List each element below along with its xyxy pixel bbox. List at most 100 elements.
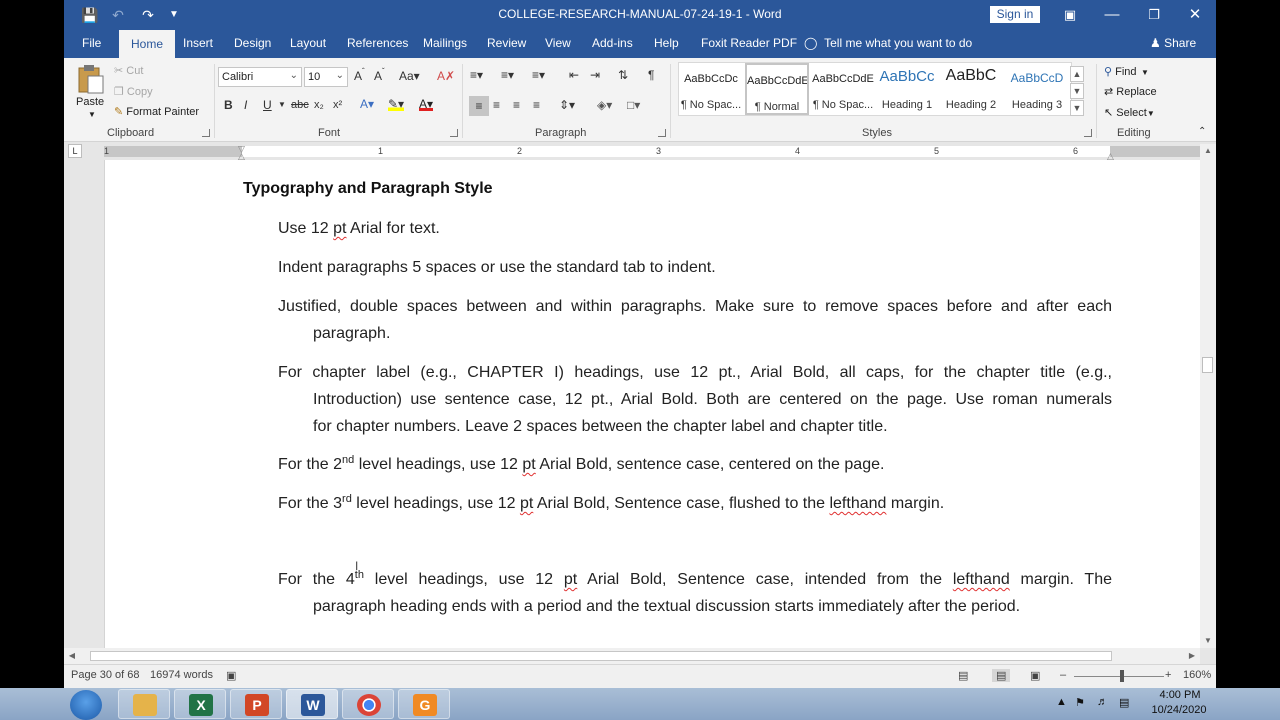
- read-mode-icon[interactable]: ▤: [958, 669, 968, 682]
- style-no-spacing-2[interactable]: AaBbCcDdE ¶ No Spac...: [811, 63, 875, 115]
- sort-icon[interactable]: ⇅: [618, 68, 628, 82]
- taskbar-powerpoint[interactable]: P: [230, 689, 282, 719]
- increase-indent-icon[interactable]: ⇥: [590, 68, 600, 82]
- word-count[interactable]: 16974 words: [150, 669, 213, 681]
- style-heading-2[interactable]: AaBbC Heading 2: [939, 63, 1003, 115]
- highlight-color-icon[interactable]: ✎▾: [388, 97, 405, 111]
- copy-button[interactable]: ❐ Copy: [114, 85, 153, 98]
- tray-expand-icon[interactable]: ▲: [1056, 696, 1067, 708]
- proofing-icon[interactable]: ▣: [226, 669, 236, 682]
- change-case-icon[interactable]: Aa▾: [399, 69, 420, 83]
- vertical-scrollbar[interactable]: ▲ ▼: [1200, 144, 1216, 648]
- ribbon-display-options-icon[interactable]: ▣: [1055, 4, 1085, 26]
- paste-icon[interactable]: [78, 64, 104, 94]
- gallery-up-icon[interactable]: ▲: [1070, 66, 1084, 82]
- paragraph-launcher-icon[interactable]: [658, 129, 666, 137]
- tab-foxit-reader-pdf[interactable]: Foxit Reader PDF: [701, 36, 797, 50]
- italic-icon[interactable]: I: [244, 98, 247, 112]
- line-spacing-icon[interactable]: ⇕▾: [559, 98, 575, 112]
- align-left-icon[interactable]: ≡: [469, 96, 489, 116]
- web-layout-icon[interactable]: ▣: [1030, 669, 1040, 682]
- minimize-icon[interactable]: —: [1097, 4, 1127, 26]
- tab-add-ins[interactable]: Add-ins: [592, 36, 633, 50]
- tab-view[interactable]: View: [545, 36, 571, 50]
- tell-me-search[interactable]: ◯ Tell me what you want to do: [804, 36, 972, 50]
- tab-layout[interactable]: Layout: [290, 36, 326, 50]
- zoom-slider[interactable]: [1074, 676, 1164, 677]
- align-right-icon[interactable]: ≡: [513, 98, 520, 112]
- decrease-indent-icon[interactable]: ⇤: [569, 68, 579, 82]
- vertical-scroll-thumb[interactable]: [1202, 357, 1213, 373]
- numbering-icon[interactable]: ≡▾: [501, 68, 514, 82]
- tab-home[interactable]: Home: [119, 30, 176, 58]
- close-icon[interactable]: ✕: [1180, 4, 1210, 26]
- tab-file[interactable]: File: [82, 36, 101, 50]
- tab-selector-icon[interactable]: L: [68, 144, 82, 158]
- grow-font-icon[interactable]: Aˆ: [354, 68, 365, 84]
- style-normal[interactable]: AaBbCcDdE ¶ Normal: [745, 63, 809, 115]
- format-painter-button[interactable]: ✎ Format Painter: [114, 105, 199, 118]
- tab-insert[interactable]: Insert: [183, 36, 213, 50]
- replace-button[interactable]: ⇄ Replace: [1104, 85, 1157, 98]
- tab-mailings[interactable]: Mailings: [423, 36, 467, 50]
- tab-references[interactable]: References: [347, 36, 408, 50]
- start-button-icon[interactable]: [70, 690, 102, 720]
- page-count[interactable]: Page 30 of 68: [71, 669, 140, 681]
- scroll-up-icon[interactable]: ▲: [1200, 144, 1216, 158]
- share-button[interactable]: ♟ Share: [1150, 36, 1196, 50]
- style-no-spacing[interactable]: AaBbCcDc ¶ No Spac...: [679, 63, 743, 115]
- clear-formatting-icon[interactable]: A✗: [437, 69, 455, 83]
- text-effects-icon[interactable]: A▾: [360, 97, 374, 111]
- font-launcher-icon[interactable]: [450, 129, 458, 137]
- collapse-ribbon-icon[interactable]: ⌃: [1198, 126, 1206, 137]
- taskbar-excel[interactable]: X: [174, 689, 226, 719]
- taskbar-explorer[interactable]: [118, 689, 170, 719]
- paste-dropdown-icon[interactable]: ▼: [88, 110, 96, 119]
- superscript-icon[interactable]: x²: [333, 99, 342, 111]
- cut-button[interactable]: ✂ Cut: [114, 64, 143, 77]
- zoom-out-icon[interactable]: –: [1060, 669, 1066, 681]
- taskbar-word[interactable]: W: [286, 689, 338, 719]
- scroll-down-icon[interactable]: ▼: [1200, 634, 1216, 648]
- clock-date[interactable]: 10/24/2020: [1145, 704, 1213, 716]
- zoom-slider-thumb[interactable]: [1120, 670, 1124, 682]
- style-heading-3[interactable]: AaBbCcD Heading 3: [1005, 63, 1069, 115]
- horizontal-scroll-thumb[interactable]: [90, 651, 1112, 661]
- show-formatting-marks-icon[interactable]: ¶: [648, 68, 654, 82]
- borders-icon[interactable]: □▾: [627, 98, 640, 112]
- shrink-font-icon[interactable]: Aˇ: [374, 68, 385, 84]
- underline-dropdown-icon[interactable]: ▼: [278, 100, 286, 109]
- tab-design[interactable]: Design: [234, 36, 271, 50]
- bullets-icon[interactable]: ≡▾: [470, 68, 483, 82]
- scroll-right-icon[interactable]: ▶: [1184, 649, 1200, 663]
- flag-icon[interactable]: ⚑: [1075, 696, 1085, 709]
- strikethrough-icon[interactable]: abc: [291, 99, 309, 111]
- network-icon[interactable]: ▤: [1119, 696, 1129, 709]
- gallery-more-icon[interactable]: ▼: [1070, 100, 1084, 116]
- clock-time[interactable]: 4:00 PM: [1150, 689, 1210, 701]
- horizontal-scrollbar[interactable]: ◀ ▶: [64, 648, 1200, 664]
- clipboard-launcher-icon[interactable]: [202, 129, 210, 137]
- font-size-combo[interactable]: 10 ⌄: [304, 67, 348, 87]
- bold-icon[interactable]: B: [224, 98, 233, 112]
- print-layout-icon[interactable]: ▤: [992, 669, 1011, 682]
- document-page[interactable]: Typography and Paragraph Style Use 12 pt…: [104, 160, 1200, 648]
- find-button[interactable]: ⚲ Find ▼: [1104, 65, 1149, 78]
- font-name-combo[interactable]: Calibri ⌄: [218, 67, 302, 87]
- select-button[interactable]: ↖ Select▼: [1104, 106, 1155, 119]
- restore-icon[interactable]: ❐: [1139, 4, 1169, 26]
- paste-label[interactable]: Paste: [76, 96, 104, 108]
- scroll-left-icon[interactable]: ◀: [64, 649, 80, 663]
- font-color-icon[interactable]: A▾: [419, 97, 434, 111]
- volume-icon[interactable]: ♬: [1097, 696, 1108, 708]
- tab-review[interactable]: Review: [487, 36, 526, 50]
- styles-launcher-icon[interactable]: [1084, 129, 1092, 137]
- align-center-icon[interactable]: ≡: [493, 98, 500, 112]
- zoom-level[interactable]: 160%: [1183, 669, 1211, 681]
- underline-icon[interactable]: U: [263, 98, 272, 112]
- subscript-icon[interactable]: x₂: [314, 99, 324, 111]
- shading-icon[interactable]: ◈▾: [597, 98, 612, 112]
- gallery-down-icon[interactable]: ▼: [1070, 83, 1084, 99]
- sign-in-button[interactable]: Sign in: [990, 6, 1040, 23]
- tab-help[interactable]: Help: [654, 36, 679, 50]
